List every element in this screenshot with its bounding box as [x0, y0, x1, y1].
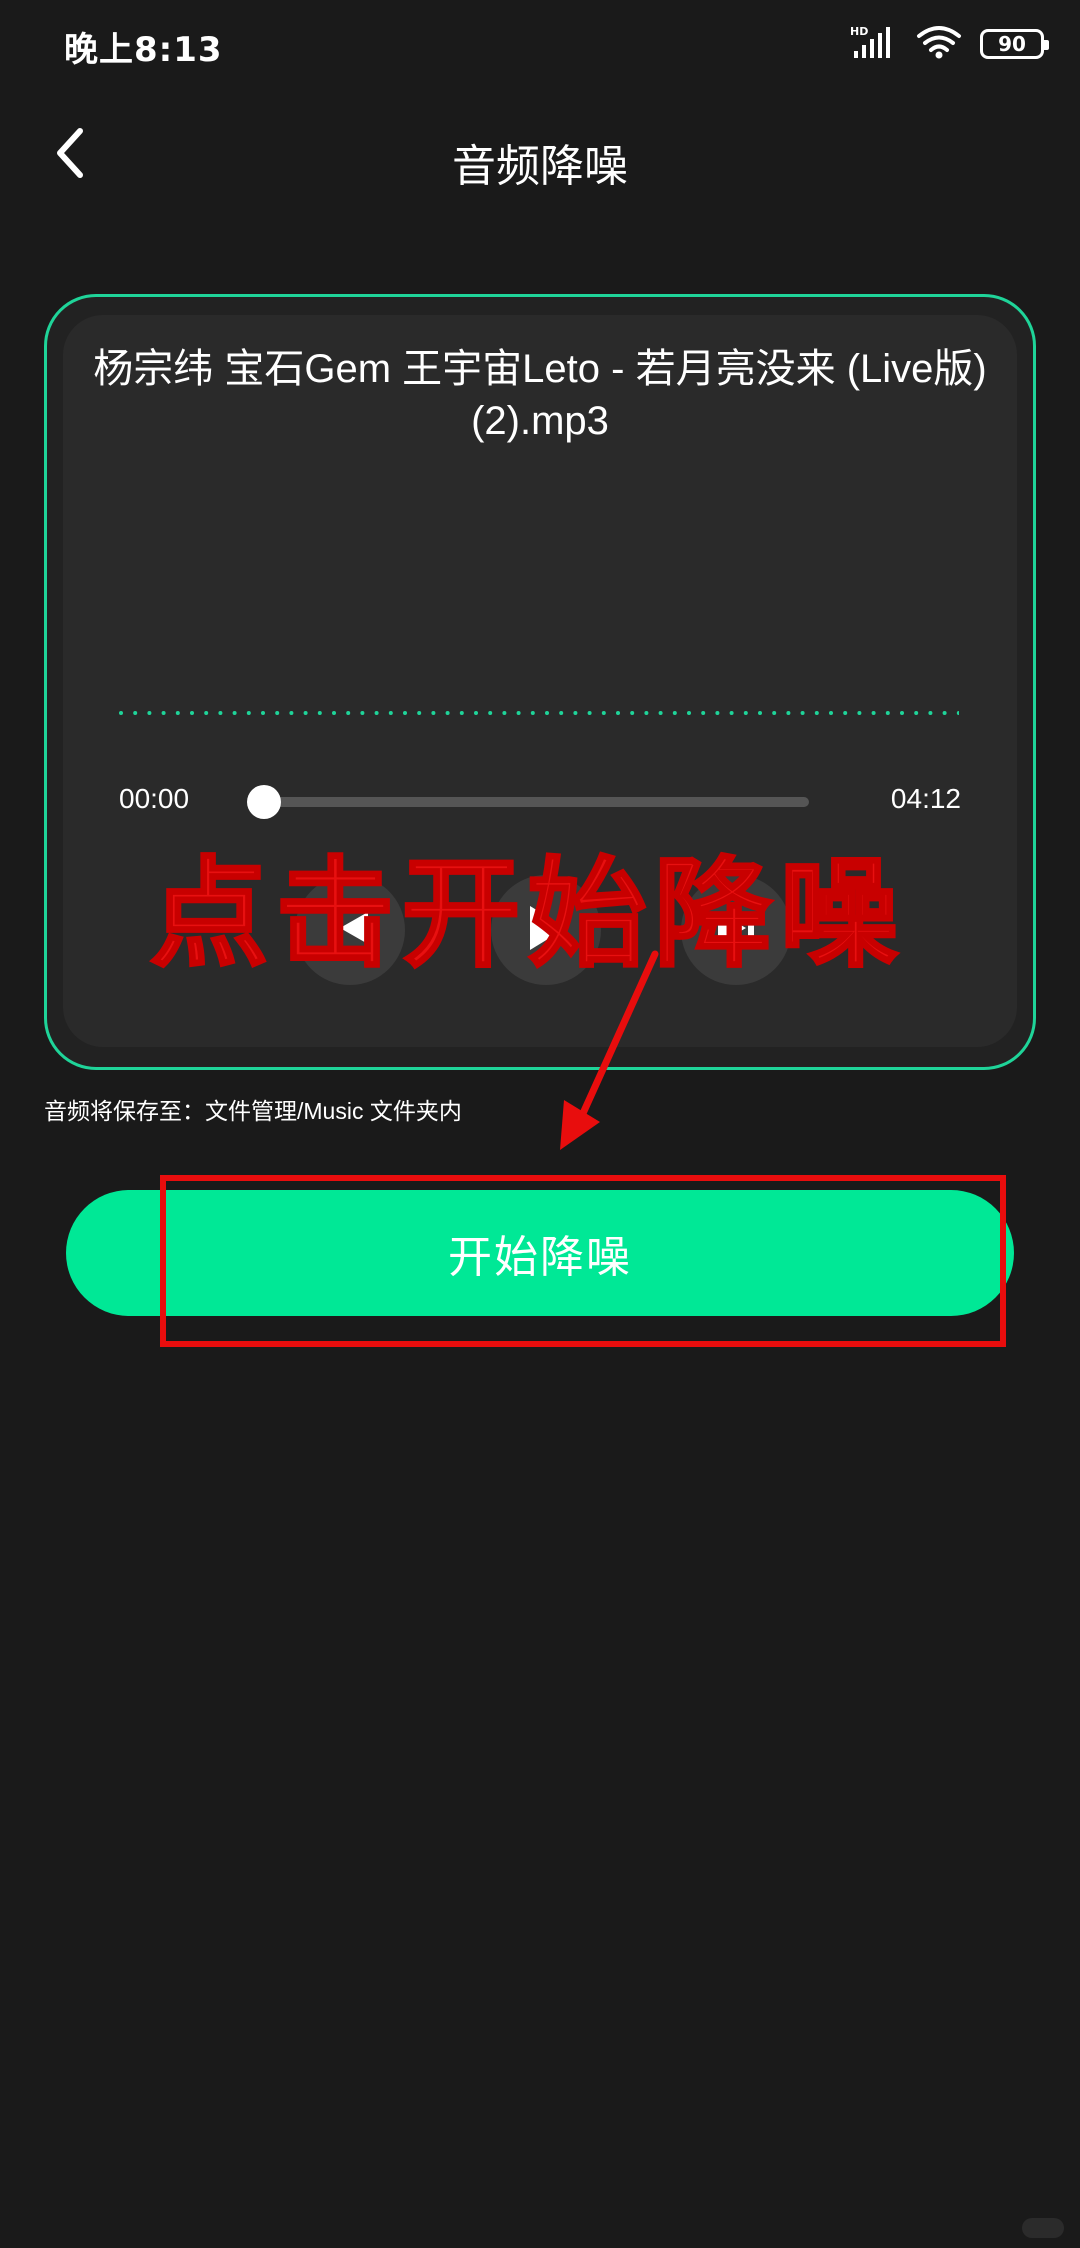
waveform-dot [601, 711, 606, 715]
audio-waveform [119, 711, 959, 715]
status-time: 晚上8:13 [64, 30, 223, 70]
waveform-dot [119, 711, 123, 715]
waveform-dot [772, 711, 777, 715]
waveform-dot [403, 711, 407, 715]
waveform-dot [261, 711, 265, 715]
waveform-dot [956, 711, 959, 715]
waveform-dot [658, 711, 663, 715]
waveform-dot [644, 711, 649, 715]
progress-thumb[interactable] [247, 785, 281, 819]
audio-denoise-screen: 晚上8:13 HD 90 音频降噪 杨宗纬 宝石Gem 王宇宙Leto - 若月… [0, 0, 1080, 2248]
current-time: 00:00 [119, 783, 190, 814]
watermark-badge [1022, 2218, 1064, 2238]
waveform-dot [488, 711, 493, 715]
waveform-dot [758, 711, 762, 715]
waveform-dot [715, 711, 720, 715]
waveform-dot [885, 711, 890, 715]
waveform-dot [729, 711, 734, 715]
total-time: 04:12 [890, 783, 961, 814]
status-icons: HD 90 [850, 24, 1049, 64]
waveform-dot [317, 711, 322, 715]
svg-text:HD: HD [850, 25, 868, 38]
annotation-highlight-box [160, 1175, 1006, 1347]
waveform-dot [374, 711, 379, 715]
waveform-dot [190, 711, 194, 715]
waveform-dot [900, 711, 904, 715]
waveform-dot [502, 711, 507, 715]
battery-icon: 90 [980, 29, 1049, 59]
page-title: 音频降噪 [452, 141, 628, 192]
waveform-dot [360, 711, 365, 715]
waveform-dot [786, 711, 791, 715]
waveform-dot [445, 711, 450, 715]
waveform-dot [303, 711, 308, 715]
waveform-dot [204, 711, 209, 715]
audio-file-name: 杨宗纬 宝石Gem 王宇宙Leto - 若月亮没来 (Live版)(2).mp3 [93, 347, 987, 443]
waveform-dot [246, 711, 251, 715]
waveform-dot [928, 711, 933, 715]
waveform-dot [743, 711, 748, 715]
battery-level: 90 [998, 32, 1026, 56]
waveform-dot [559, 711, 564, 715]
status-bar: 晚上8:13 HD 90 [0, 0, 1080, 90]
progress-track[interactable] [249, 797, 809, 807]
waveform-dot [175, 711, 180, 715]
save-path-info: 音频将保存至：文件管理/Music 文件夹内 [44, 1098, 462, 1124]
waveform-dot [388, 711, 393, 715]
waveform-dot [133, 711, 138, 715]
waveform-dot [147, 711, 152, 715]
wifi-icon [916, 24, 962, 64]
waveform-dot [942, 711, 947, 715]
waveform-dot [701, 711, 706, 715]
waveform-dot [232, 711, 237, 715]
waveform-dot [630, 711, 635, 715]
waveform-dot [573, 711, 578, 715]
annotation-arrow [560, 950, 659, 1150]
waveform-dot [417, 711, 422, 715]
waveform-dot [530, 711, 535, 715]
hd-signal-icon: HD [850, 24, 898, 64]
waveform-dot [431, 711, 436, 715]
waveform-dot [616, 711, 620, 715]
waveform-dot [275, 711, 280, 715]
waveform-dot [914, 711, 919, 715]
waveform-dot [587, 711, 592, 715]
waveform-dot [346, 711, 351, 715]
waveform-dot [474, 711, 478, 715]
app-header: 音频降噪 [0, 110, 1080, 200]
waveform-dot [459, 711, 464, 715]
waveform-dot [800, 711, 805, 715]
waveform-dot [814, 711, 819, 715]
waveform-dot [161, 711, 166, 715]
waveform-dot [672, 711, 677, 715]
waveform-dot [218, 711, 223, 715]
waveform-dot [289, 711, 294, 715]
waveform-dot [843, 711, 848, 715]
annotation-text: 点击开始降噪 [149, 844, 907, 985]
playback-progress: 00:00 04:12 [119, 779, 961, 819]
waveform-dot [687, 711, 691, 715]
waveform-dot [332, 711, 336, 715]
waveform-dot [545, 711, 549, 715]
waveform-dot [516, 711, 521, 715]
waveform-dot [857, 711, 862, 715]
waveform-dot [871, 711, 876, 715]
waveform-dot [829, 711, 833, 715]
